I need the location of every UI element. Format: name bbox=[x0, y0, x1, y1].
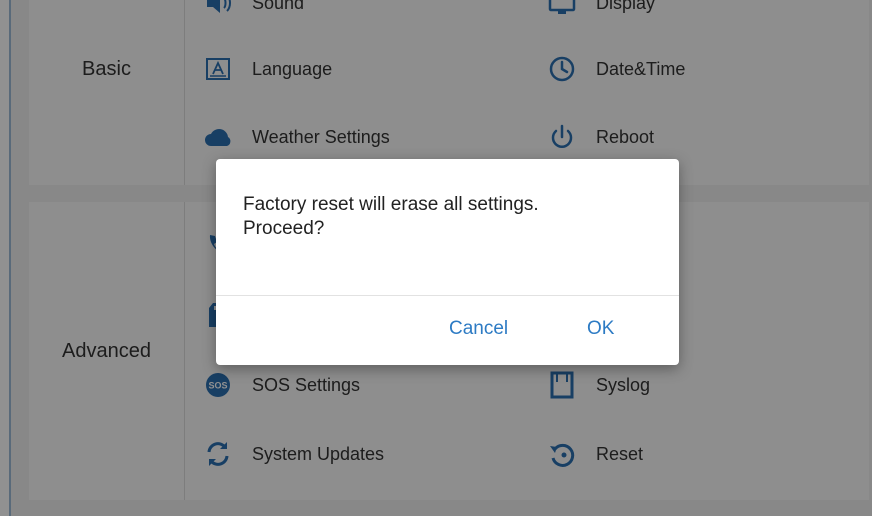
ok-button[interactable]: OK bbox=[587, 318, 614, 340]
dialog-message-line: Proceed? bbox=[243, 218, 325, 239]
factory-reset-dialog: Factory reset will erase all settings. P… bbox=[216, 159, 679, 365]
dialog-message-line: Factory reset will erase all settings. bbox=[243, 194, 539, 215]
cancel-button[interactable]: Cancel bbox=[449, 318, 508, 340]
dialog-divider bbox=[216, 295, 679, 296]
dialog-message: Factory reset will erase all settings. P… bbox=[243, 193, 643, 241]
